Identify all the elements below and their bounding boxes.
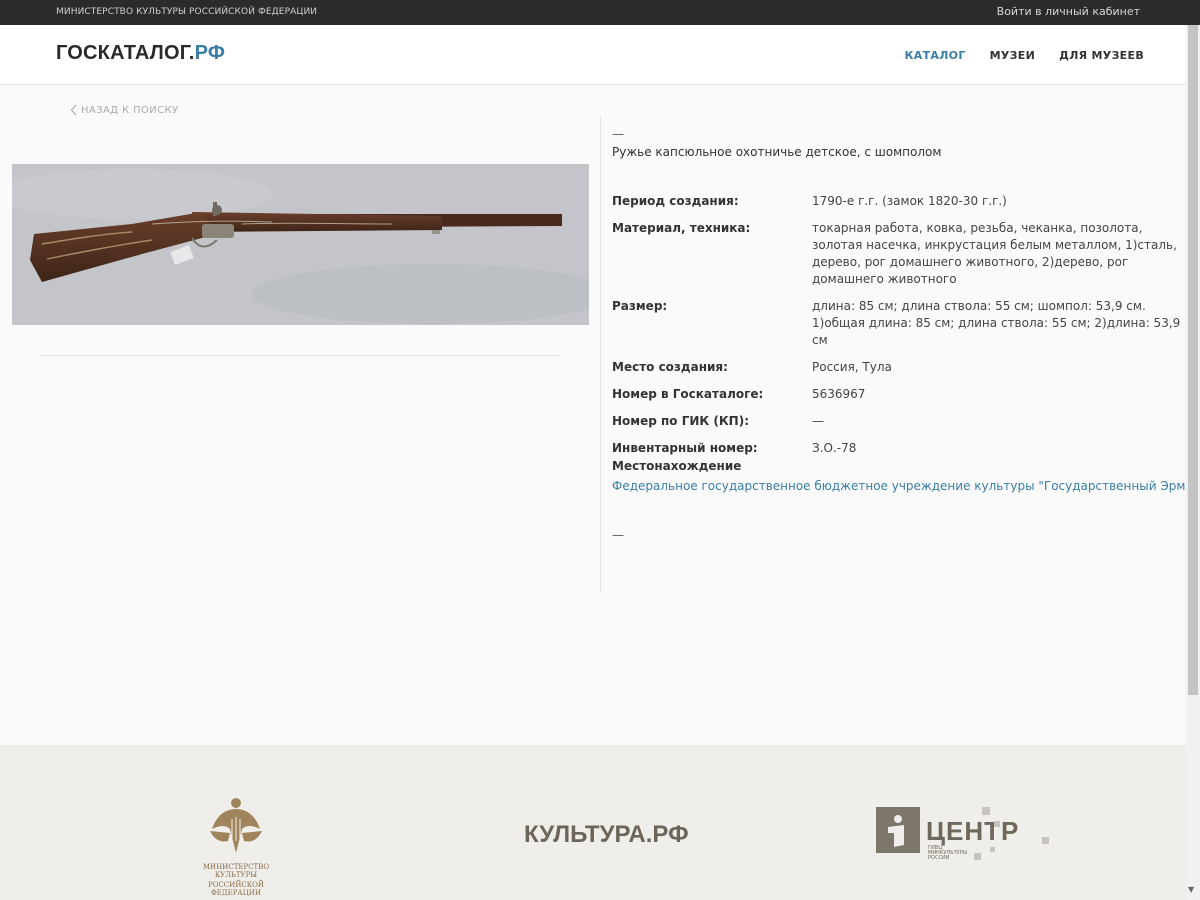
ministry-link[interactable]: МИНИСТЕРСТВО КУЛЬТУРЫ РОССИЙСКОЙ ФЕДЕРАЦ… xyxy=(56,7,317,17)
property-value: длина: 85 см; длина ствола: 55 см; шомпо… xyxy=(812,299,1181,347)
login-link[interactable]: Войти в личный кабинет xyxy=(997,5,1140,18)
ministry-footer-logo[interactable]: МИНИСТЕРСТВО КУЛЬТУРЫ РОССИЙСКОЙ ФЕДЕРАЦ… xyxy=(186,795,286,897)
property-label: Номер по ГИК (КП): xyxy=(612,414,750,428)
property-label: Материал, техника: xyxy=(612,221,751,235)
property-value: Россия, Тула xyxy=(812,360,892,374)
item-photo[interactable] xyxy=(12,164,589,325)
left-divider xyxy=(40,355,560,356)
property-goscatalog-number: Номер в Госкаталоге: 5636967 xyxy=(612,386,1182,403)
kultura-rf-logo[interactable]: КУЛЬТУРА.РФ xyxy=(524,821,689,849)
nav-item-catalog[interactable]: КАТАЛОГ xyxy=(905,49,966,62)
decor-square xyxy=(974,853,981,860)
centr-logo-icon xyxy=(876,807,920,853)
main-nav: КАТАЛОГ МУЗЕИ ДЛЯ МУЗЕЕВ xyxy=(905,49,1144,62)
property-label: Место создания: xyxy=(612,360,728,374)
property-place: Место создания: Россия, Тула xyxy=(612,359,1182,376)
decor-square xyxy=(994,821,1000,827)
ministry-caption-2: РОССИЙСКОЙ ФЕДЕРАЦИИ xyxy=(208,881,264,897)
back-to-search-label: НАЗАД К ПОИСКУ xyxy=(81,104,179,116)
property-value: З.О.-78 xyxy=(812,441,857,455)
decor-square xyxy=(982,807,990,815)
decor-square xyxy=(990,847,995,852)
logo-accent: РФ xyxy=(194,42,226,64)
centr-subtitle: ГИВЦ МИНКУЛЬТУРЫ РОССИИ xyxy=(928,846,967,861)
top-bar: МИНИСТЕРСТВО КУЛЬТУРЫ РОССИЙСКОЙ ФЕДЕРАЦ… xyxy=(0,0,1200,25)
centr-logo[interactable]: ЦЕНТР ГИВЦ МИНКУЛЬТУРЫ РОССИИ xyxy=(876,807,1056,867)
dash-top: — xyxy=(612,127,624,141)
site-header: ГОСКАТАЛОГ.РФ КАТАЛОГ МУЗЕИ ДЛЯ МУЗЕЕВ xyxy=(0,25,1186,85)
properties-list: Период создания: 1790-е г.г. (замок 1820… xyxy=(612,193,1182,467)
property-label: Инвентарный номер: xyxy=(612,441,758,455)
property-label: Размер: xyxy=(612,299,668,313)
property-label: Период создания: xyxy=(612,194,739,208)
property-size: Размер: длина: 85 см; длина ствола: 55 с… xyxy=(612,298,1182,349)
logo-main: ГОСКАТАЛОГ. xyxy=(56,42,195,64)
centr-word: ЦЕНТР xyxy=(926,816,1020,846)
location-link[interactable]: Федеральное государственное бюджетное уч… xyxy=(612,479,1200,493)
nav-item-for-museums[interactable]: ДЛЯ МУЗЕЕВ xyxy=(1059,49,1144,62)
chevron-left-icon xyxy=(70,104,77,116)
decor-square xyxy=(1042,837,1049,844)
vertical-divider xyxy=(600,116,601,594)
location-label: Местонахождение xyxy=(612,459,742,473)
nav-item-museums[interactable]: МУЗЕИ xyxy=(990,49,1035,62)
site-logo[interactable]: ГОСКАТАЛОГ.РФ xyxy=(56,42,225,65)
property-gik-number: Номер по ГИК (КП): — xyxy=(612,413,1182,430)
site-footer: МИНИСТЕРСТВО КУЛЬТУРЫ РОССИЙСКОЙ ФЕДЕРАЦ… xyxy=(0,745,1186,900)
property-inventory-number: Инвентарный номер: З.О.-78 xyxy=(612,440,1182,457)
ministry-caption-1: МИНИСТЕРСТВО КУЛЬТУРЫ xyxy=(202,863,270,879)
back-to-search-link[interactable]: НАЗАД К ПОИСКУ xyxy=(70,104,179,116)
property-value: — xyxy=(812,414,824,428)
property-value: 1790-е г.г. (замок 1820-30 г.г.) xyxy=(812,194,1007,208)
property-period: Период создания: 1790-е г.г. (замок 1820… xyxy=(612,193,1182,210)
property-label: Номер в Госкаталоге: xyxy=(612,387,764,401)
ministry-emblem-icon xyxy=(210,798,262,853)
scrollbar-thumb[interactable] xyxy=(1188,25,1198,695)
rifle-photo xyxy=(12,164,589,325)
chevron-down-icon[interactable]: ▼ xyxy=(1188,885,1194,894)
property-value: 5636967 xyxy=(812,387,866,401)
page-scrollbar[interactable]: ▼ xyxy=(1186,25,1200,900)
dash-bottom: — xyxy=(612,528,624,542)
property-material: Материал, техника: токарная работа, ковк… xyxy=(612,220,1182,288)
centr-sub-3: РОССИИ xyxy=(928,855,950,861)
property-value: токарная работа, ковка, резьба, чеканка,… xyxy=(812,221,1177,286)
item-title: Ружье капсюльное охотничье детское, с шо… xyxy=(612,145,942,159)
